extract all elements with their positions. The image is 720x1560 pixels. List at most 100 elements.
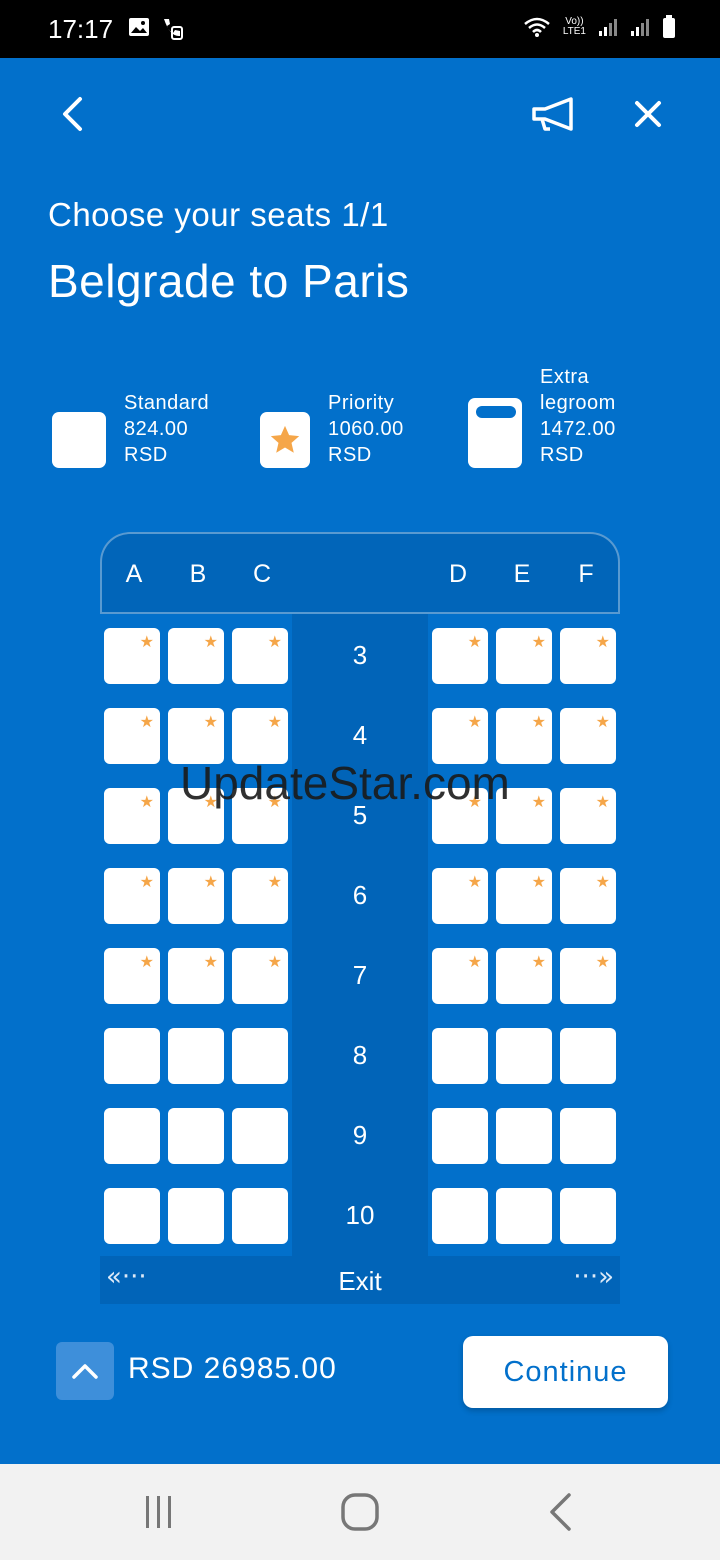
back-button[interactable] [44, 86, 100, 142]
legend-standard-text: Standard 824.00 RSD [124, 392, 210, 466]
seat-a-row-4[interactable]: ★ [104, 708, 160, 764]
seat-c-row-3[interactable]: ★ [232, 628, 288, 684]
seat-d-row-8[interactable] [432, 1028, 488, 1084]
star-icon: ★ [267, 872, 282, 891]
seat-b-row-6[interactable]: ★ [168, 868, 224, 924]
seat-b-row-3[interactable]: ★ [168, 628, 224, 684]
star-icon: ★ [203, 632, 218, 651]
row-number: 3 [352, 640, 368, 670]
star-icon: ★ [139, 952, 154, 971]
legend-standard: Standard 824.00 RSD [52, 390, 209, 468]
star-icon: ★ [531, 712, 546, 731]
star-icon: ★ [139, 792, 154, 811]
legend-extra-legroom: Extra legroom 1472.00 RSD [468, 364, 616, 468]
seat-e-row-6[interactable]: ★ [496, 868, 552, 924]
seat-d-row-7[interactable]: ★ [432, 948, 488, 1004]
seat-c-row-9[interactable] [232, 1108, 288, 1164]
seat-a-row-3[interactable]: ★ [104, 628, 160, 684]
seat-d-row-9[interactable] [432, 1108, 488, 1164]
seat-f-row-4[interactable]: ★ [560, 708, 616, 764]
exit-arrow-right-icon: ···» [573, 1262, 614, 1292]
announcement-button[interactable] [526, 86, 582, 142]
seat-f-row-6[interactable]: ★ [560, 868, 616, 924]
star-icon: ★ [531, 952, 546, 971]
star-icon: ★ [203, 872, 218, 891]
expand-summary-button[interactable] [56, 1342, 114, 1400]
gallery-icon [129, 18, 149, 36]
seat-d-row-10[interactable] [432, 1188, 488, 1244]
star-icon: ★ [467, 712, 482, 731]
call-sync-icon [164, 19, 183, 40]
home-button[interactable] [330, 1484, 390, 1540]
seat-row: ★ ★ ★ ★ ★ ★ 7 [100, 948, 620, 1004]
cabin-header: A B C D E F [100, 532, 620, 614]
seat-b-row-8[interactable] [168, 1028, 224, 1084]
star-icon: ★ [139, 872, 154, 891]
seat-row: 9 [100, 1108, 620, 1164]
star-icon: ★ [203, 712, 218, 731]
blank-seat-icon [52, 412, 106, 468]
seat-d-row-3[interactable]: ★ [432, 628, 488, 684]
seat-f-row-5[interactable]: ★ [560, 788, 616, 844]
star-icon: ★ [203, 952, 218, 971]
seat-f-row-3[interactable]: ★ [560, 628, 616, 684]
seat-e-row-3[interactable]: ★ [496, 628, 552, 684]
signal-icon [599, 19, 617, 36]
star-icon [270, 425, 300, 453]
chevron-up-icon [72, 1364, 98, 1379]
star-icon: ★ [531, 872, 546, 891]
lte-label: LTE1 [562, 26, 586, 37]
seat-b-row-9[interactable] [168, 1108, 224, 1164]
star-icon: ★ [267, 712, 282, 731]
star-icon: ★ [531, 632, 546, 651]
column-label-d: D [448, 560, 468, 588]
close-button[interactable] [620, 86, 676, 142]
seat-c-row-6[interactable]: ★ [232, 868, 288, 924]
seat-b-row-7[interactable]: ★ [168, 948, 224, 1004]
star-icon: ★ [467, 872, 482, 891]
seat-a-row-9[interactable] [104, 1108, 160, 1164]
continue-button[interactable]: Continue [463, 1336, 668, 1408]
seat-c-row-10[interactable] [232, 1188, 288, 1244]
chevron-left-icon [63, 97, 82, 131]
seat-b-row-10[interactable] [168, 1188, 224, 1244]
status-right-icons: Vo)) LTE1 [523, 15, 676, 39]
seat-a-row-10[interactable] [104, 1188, 160, 1244]
seat-e-row-8[interactable] [496, 1028, 552, 1084]
row-number: 4 [352, 720, 368, 750]
seat-a-row-8[interactable] [104, 1028, 160, 1084]
exit-row-bar: «··· Exit ···» [100, 1256, 620, 1304]
seat-e-row-10[interactable] [496, 1188, 552, 1244]
seat-row: 8 [100, 1028, 620, 1084]
row-number: 9 [352, 1120, 368, 1150]
star-icon: ★ [595, 792, 610, 811]
seat-f-row-8[interactable] [560, 1028, 616, 1084]
back-arrow-icon [550, 1493, 571, 1531]
system-back-button[interactable] [530, 1484, 590, 1540]
seat-f-row-7[interactable]: ★ [560, 948, 616, 1004]
seat-f-row-10[interactable] [560, 1188, 616, 1244]
star-icon: ★ [595, 872, 610, 891]
star-icon: ★ [267, 632, 282, 651]
seat-row: ★ ★ ★ ★ ★ ★ 6 [100, 868, 620, 924]
seat-a-row-7[interactable]: ★ [104, 948, 160, 1004]
star-icon: ★ [139, 632, 154, 651]
seat-map: A B C D E F ★ ★ ★ ★ ★ ★ 3 ★ ★ ★ ★ ★ ★ 4 ★ ★ ★ ★ ★ ★ 5 ★ ★ ★ ★ ★ ★ 6… [100, 532, 620, 1304]
star-icon: ★ [467, 952, 482, 971]
seat-a-row-5[interactable]: ★ [104, 788, 160, 844]
seat-f-row-9[interactable] [560, 1108, 616, 1164]
seat-e-row-9[interactable] [496, 1108, 552, 1164]
recent-apps-button[interactable] [129, 1484, 189, 1540]
star-icon: ★ [467, 632, 482, 651]
home-icon [341, 1493, 379, 1531]
row-number: 8 [352, 1040, 368, 1070]
seat-c-row-7[interactable]: ★ [232, 948, 288, 1004]
seat-d-row-6[interactable]: ★ [432, 868, 488, 924]
seat-e-row-7[interactable]: ★ [496, 948, 552, 1004]
seat-a-row-6[interactable]: ★ [104, 868, 160, 924]
seat-row: 10 [100, 1188, 620, 1244]
column-label-a: A [125, 560, 143, 588]
star-icon: ★ [595, 632, 610, 651]
seat-c-row-8[interactable] [232, 1028, 288, 1084]
system-navigation-bar [0, 1464, 720, 1560]
